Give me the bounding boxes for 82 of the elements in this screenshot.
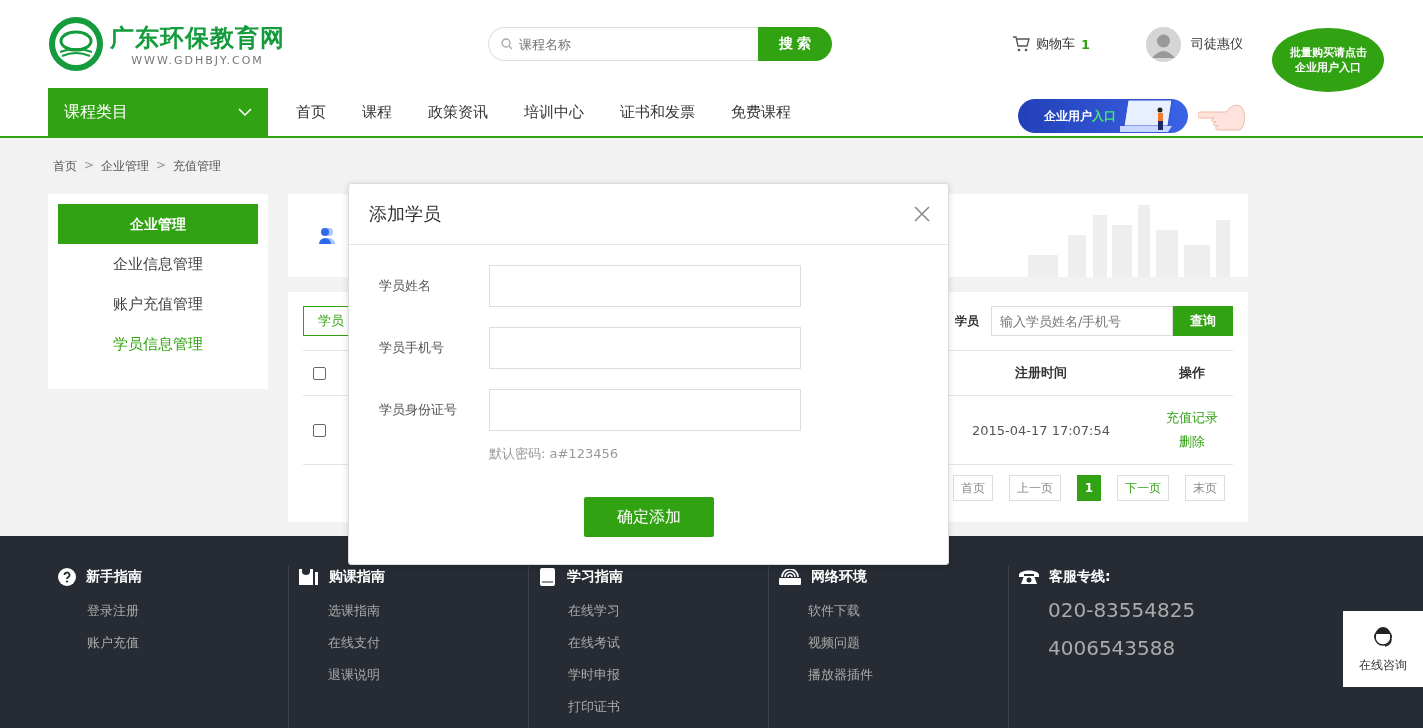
field-label: 学员姓名 bbox=[379, 277, 432, 295]
cart-link[interactable]: 购物车 1 bbox=[1012, 35, 1091, 53]
nav-link[interactable]: 首页 bbox=[278, 88, 344, 136]
nav-link[interactable]: 培训中心 bbox=[506, 88, 602, 136]
enterprise-banner[interactable]: 企业用户入口 bbox=[1018, 99, 1188, 133]
headset-icon bbox=[1371, 624, 1395, 649]
user-name[interactable]: 司徒惠仪 bbox=[1191, 35, 1244, 53]
page-button[interactable]: 上一页 bbox=[1008, 475, 1061, 501]
footer-link[interactable]: 视频问题 bbox=[779, 634, 1008, 652]
footer-heading: 购课指南 bbox=[329, 568, 385, 586]
input-field[interactable] bbox=[489, 389, 801, 431]
breadcrumb-link[interactable]: 首页 bbox=[53, 158, 77, 174]
footer-link[interactable]: 学时申报 bbox=[539, 666, 768, 684]
column-header: 注册时间 bbox=[1014, 364, 1068, 382]
column-header: 操作 bbox=[1178, 364, 1206, 382]
footer-link[interactable]: 选课指南 bbox=[299, 602, 528, 620]
footer-link[interactable]: 账户充值 bbox=[58, 634, 288, 652]
query-button[interactable]: 查询 bbox=[1173, 306, 1233, 336]
breadcrumb-link[interactable]: 充值管理 bbox=[173, 158, 222, 174]
page-button[interactable]: 下一页 bbox=[1117, 475, 1169, 501]
pointing-hand-icon bbox=[1198, 102, 1248, 132]
logo-icon bbox=[48, 16, 104, 72]
online-consult-button[interactable]: 在线咨询 bbox=[1343, 611, 1423, 687]
footer-link[interactable]: 在线支付 bbox=[299, 634, 528, 652]
select-all-checkbox[interactable] bbox=[313, 366, 326, 380]
users-icon bbox=[318, 226, 336, 245]
page-button[interactable]: 首页 bbox=[952, 475, 993, 501]
book-icon bbox=[539, 568, 557, 586]
nav-link[interactable]: 课程 bbox=[344, 88, 410, 136]
footer-link[interactable]: 登录注册 bbox=[58, 602, 288, 620]
footer-link[interactable]: 在线考试 bbox=[539, 634, 768, 652]
sidebar-item[interactable]: 企业信息管理 bbox=[58, 244, 258, 284]
student-search-field[interactable]: 输入学员姓名/手机号 bbox=[991, 306, 1173, 336]
table-cell-text: 2015-04-17 17:07:54 bbox=[970, 422, 1112, 438]
action-link[interactable]: 删除 bbox=[1179, 433, 1205, 451]
footer-heading: 新手指南 bbox=[86, 568, 142, 586]
nav-link[interactable]: 政策资讯 bbox=[410, 88, 506, 136]
footer-heading: 学习指南 bbox=[567, 568, 623, 586]
nav-link[interactable]: 免费课程 bbox=[713, 88, 809, 136]
footer-link[interactable]: 在线学习 bbox=[539, 602, 768, 620]
phone-icon bbox=[1019, 569, 1039, 585]
dialog-title: 添加学员 bbox=[369, 202, 441, 226]
site-name: 广东环保教育网 bbox=[110, 22, 285, 54]
footer-heading: 客服专线: bbox=[1049, 568, 1111, 586]
search-button[interactable]: 搜 索 bbox=[758, 27, 832, 61]
breadcrumb-separator: > bbox=[155, 158, 168, 174]
search-icon bbox=[501, 38, 513, 50]
footer-link[interactable]: 打印证书 bbox=[539, 698, 768, 716]
page-button[interactable]: 1 bbox=[1076, 475, 1101, 501]
password-hint: 默认密码: a#123456 bbox=[489, 445, 619, 463]
sidebar-item[interactable]: 账户充值管理 bbox=[58, 284, 258, 324]
router-icon bbox=[779, 569, 801, 585]
avatar-icon bbox=[1146, 26, 1182, 62]
category-menu[interactable]: 课程类目 bbox=[48, 88, 268, 136]
nav-link[interactable]: 证书和发票 bbox=[602, 88, 713, 136]
footer-heading: 网络环境 bbox=[811, 568, 867, 586]
field-label: 学员身份证号 bbox=[379, 401, 458, 419]
field-label: 学员手机号 bbox=[379, 339, 445, 357]
chevron-icon bbox=[238, 108, 252, 116]
help-icon bbox=[58, 568, 76, 586]
submit-button[interactable]: 确定添加 bbox=[584, 497, 714, 537]
search-field[interactable]: 课程名称 bbox=[488, 27, 758, 61]
bag-icon bbox=[299, 569, 319, 585]
breadcrumb-separator: > bbox=[83, 158, 96, 174]
close-icon[interactable] bbox=[914, 206, 930, 222]
page-button[interactable]: 末页 bbox=[1185, 475, 1225, 501]
phone-number: 020-83554825 bbox=[1047, 597, 1197, 624]
cart-icon bbox=[1012, 36, 1030, 52]
filter-label: 学员 bbox=[955, 312, 979, 330]
promo-bubble[interactable]: 批量购买请点击 企业用户入口 bbox=[1272, 28, 1384, 92]
sidebar-title: 企业管理 bbox=[58, 204, 258, 244]
footer-link[interactable]: 播放器插件 bbox=[779, 666, 1008, 684]
row-checkbox[interactable] bbox=[313, 423, 326, 437]
phone-number: 4006543588 bbox=[1047, 635, 1177, 662]
input-field[interactable] bbox=[489, 265, 801, 307]
sidebar-item[interactable]: 学员信息管理 bbox=[58, 324, 258, 364]
input-field[interactable] bbox=[489, 327, 801, 369]
breadcrumb-link[interactable]: 企业管理 bbox=[101, 158, 150, 174]
action-link[interactable]: 充值记录 bbox=[1166, 409, 1218, 427]
footer-link[interactable]: 软件下载 bbox=[779, 602, 1008, 620]
footer-link[interactable]: 退课说明 bbox=[299, 666, 528, 684]
site-url: WWW.GDHBJY.COM bbox=[131, 53, 264, 67]
